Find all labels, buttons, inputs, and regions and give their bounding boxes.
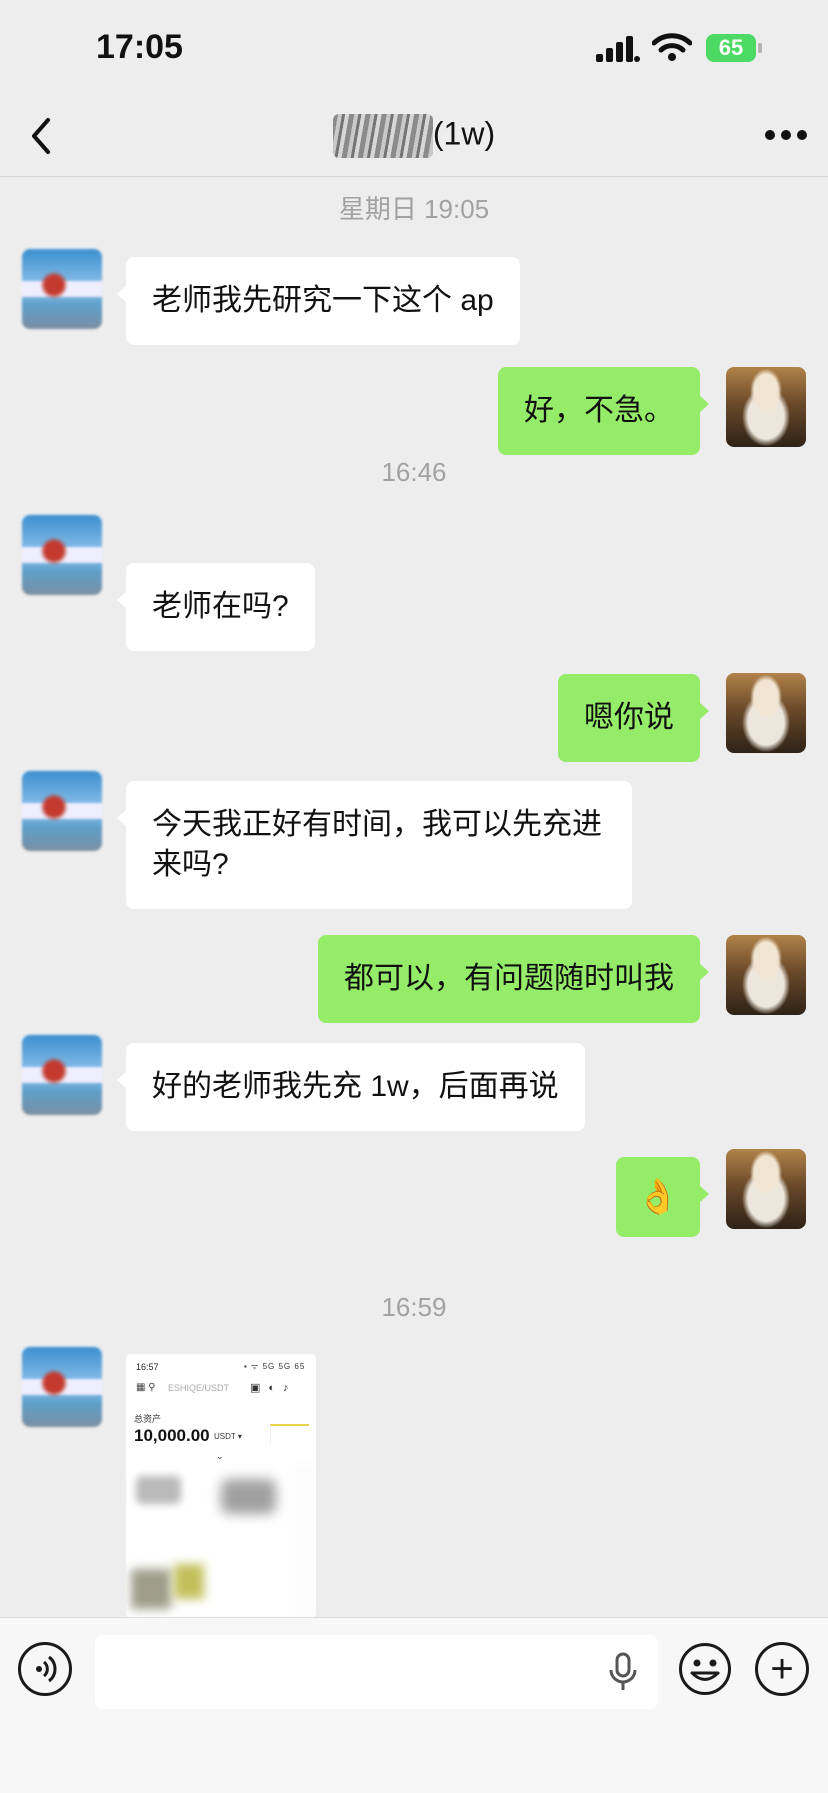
contact-avatar[interactable] [22, 1035, 102, 1115]
chat-title: (1w) [0, 114, 828, 158]
image-total-assets-label: 总资产 [134, 1414, 162, 1424]
image-blurred-region [174, 1564, 204, 1599]
voice-wave-icon [36, 1655, 57, 1683]
outgoing-message[interactable]: 都可以，有问题随时叫我 [318, 935, 709, 1023]
image-unit: USDT ▾ [214, 1432, 242, 1441]
battery-tip [758, 43, 762, 53]
image-status-icons: ▪︎ ᯤ 5G 5G 65 [244, 1362, 306, 1371]
incoming-message[interactable]: 老师我先研究一下这个 ap [117, 257, 520, 345]
timestamp: 16:59 [381, 1292, 447, 1322]
emoji-icon[interactable] [678, 1642, 732, 1696]
incoming-message[interactable]: 老师在吗? [117, 563, 315, 651]
image-total-assets-amount: 10,000.00 [134, 1426, 210, 1445]
outgoing-message[interactable]: 嗯你说 [558, 674, 709, 762]
contact-name-redacted [332, 114, 433, 158]
timestamp: 星期日 19:05 [338, 194, 490, 224]
voice-mode-button[interactable] [18, 1642, 72, 1696]
my-avatar[interactable] [726, 935, 806, 1015]
my-avatar[interactable] [726, 673, 806, 753]
microphone-icon[interactable] [608, 1652, 638, 1692]
more-actions-plus-icon[interactable]: + [755, 1642, 809, 1696]
my-avatar[interactable] [726, 1149, 806, 1229]
image-status-time: 16:57 [136, 1362, 159, 1372]
status-bar: 17:05 65 [0, 0, 828, 96]
image-chevron: ⌄ [216, 1451, 224, 1461]
image-blurred-region [131, 1569, 171, 1609]
status-time: 17:05 [96, 28, 183, 66]
image-header-icons: ▣◐♪ [250, 1382, 297, 1394]
cellular-signal-icon [596, 36, 640, 62]
image-message[interactable]: 16:57 ▪︎ ᯤ 5G 5G 65 ▦ ⚲ ESHIQE/USDT ▣◐♪ … [126, 1354, 316, 1617]
message-list[interactable]: 星期日 19:05 老师我先研究一下这个 ap 好，不急。 16:46 老师在吗… [0, 177, 828, 1617]
image-blurred-region [221, 1479, 276, 1514]
chat-header: (1w) [0, 96, 828, 177]
incoming-message[interactable]: 好的老师我先充 1w，后面再说 [117, 1043, 585, 1131]
message-input[interactable] [95, 1635, 658, 1709]
battery-indicator: 65 [706, 34, 756, 62]
image-menu-search-icon: ▦ ⚲ [136, 1382, 156, 1393]
image-search-placeholder: ESHIQE/USDT [168, 1383, 230, 1393]
contact-avatar[interactable] [22, 515, 102, 595]
contact-avatar[interactable] [22, 771, 102, 851]
more-options-icon[interactable] [764, 128, 808, 142]
outgoing-emoji-message[interactable]: 👌 [616, 1157, 709, 1237]
input-bar: + [0, 1617, 828, 1793]
chat-title-suffix: (1w) [432, 115, 496, 152]
incoming-message[interactable]: 今天我正好有时间，我可以先充进来吗? [117, 781, 632, 909]
battery-level: 65 [718, 35, 744, 60]
image-blurred-region [136, 1476, 181, 1504]
my-avatar[interactable] [726, 367, 806, 447]
wifi-icon [652, 33, 692, 61]
contact-avatar[interactable] [22, 249, 102, 329]
image-blurred-region [291, 1464, 316, 1617]
outgoing-message[interactable]: 好，不急。 [498, 367, 709, 455]
timestamp: 16:46 [381, 457, 447, 487]
image-mini-chart [270, 1424, 309, 1446]
contact-avatar[interactable] [22, 1347, 102, 1427]
